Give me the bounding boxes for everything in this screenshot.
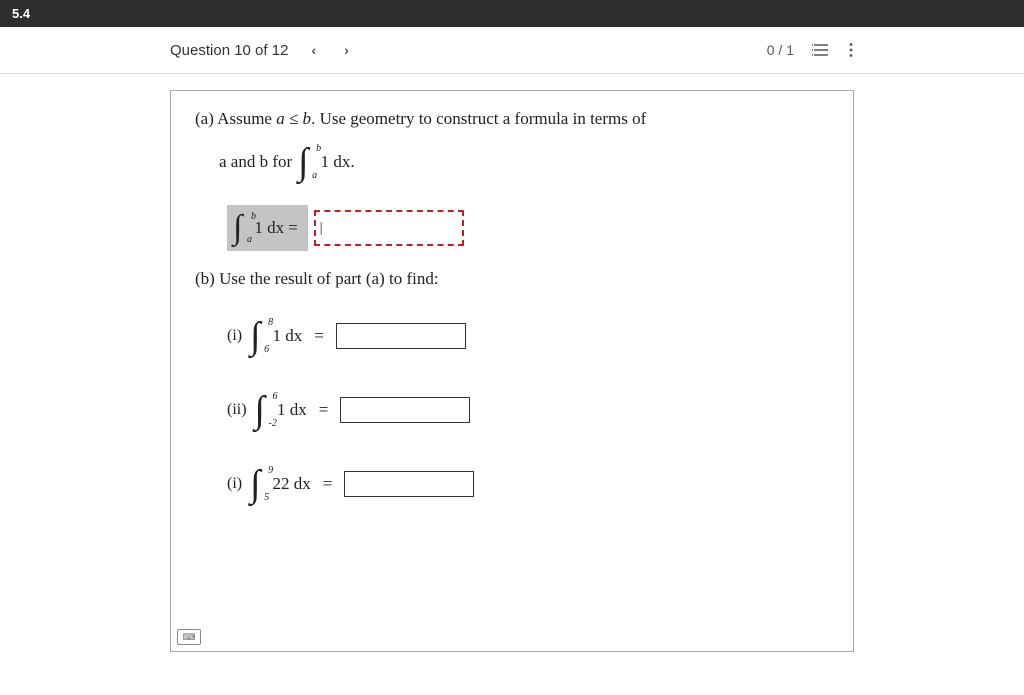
cursor: | <box>320 220 323 237</box>
integral-upper: 9 <box>268 465 273 476</box>
list-icon[interactable] <box>812 42 830 58</box>
more-menu-icon[interactable] <box>848 42 854 58</box>
answer-input-b-i[interactable] <box>336 323 466 349</box>
equals-sign: = <box>288 218 298 238</box>
integral-body: 1 dx <box>254 218 284 238</box>
integral-i: ∫ 8 6 1 dx <box>250 315 302 357</box>
integral-sign-icon: ∫ <box>250 317 260 355</box>
part-a-intro: (a) Assume a ≤ b. Use geometry to constr… <box>195 109 829 129</box>
section-number: 5.4 <box>12 6 30 21</box>
integral-body: 1 dx <box>277 400 307 420</box>
integral-lower: 6 <box>264 344 269 355</box>
part-b-title: (b) Use the result of part (a) to find: <box>195 269 829 289</box>
integral-body: 1 dx <box>273 326 303 346</box>
answer-input-b-ii[interactable] <box>340 397 470 423</box>
roman-label: (i) <box>227 327 242 345</box>
part-a-text-after: . Use geometry to construct a formula in… <box>311 109 646 128</box>
subpart-i: (i) ∫ 8 6 1 dx = <box>227 315 829 357</box>
integral-sign-icon: ∫ <box>255 391 265 429</box>
integral-sign-icon: ∫ <box>298 143 308 181</box>
roman-label: (ii) <box>227 401 247 419</box>
part-a-answer-row: ∫ b a 1 dx = | <box>195 205 829 251</box>
equals-sign: = <box>314 326 324 346</box>
integral-upper: b <box>251 211 256 222</box>
question-nav-bar: Question 10 of 12 ‹ › 0 / 1 <box>170 27 854 73</box>
nav-right: 0 / 1 <box>767 42 854 58</box>
integral-ab-answer: ∫ b a 1 dx <box>233 209 284 247</box>
answer-input-b-iii[interactable] <box>344 471 474 497</box>
integral-body: 1 dx. <box>321 152 355 172</box>
section-header: 5.4 <box>0 0 1024 27</box>
nav-left: Question 10 of 12 ‹ › <box>170 39 354 61</box>
integral-sign-icon: ∫ <box>250 465 260 503</box>
question-box: (a) Assume a ≤ b. Use geometry to constr… <box>170 90 854 652</box>
next-question-button[interactable]: › <box>339 39 354 61</box>
integral-upper: 8 <box>268 317 273 328</box>
integral-body: 22 dx <box>273 474 311 494</box>
integral-ab: ∫ b a 1 dx. <box>298 141 354 183</box>
equals-sign: = <box>319 400 329 420</box>
answer-input-a[interactable]: | <box>314 210 464 246</box>
question-counter: Question 10 of 12 <box>170 42 288 59</box>
keyboard-icon[interactable]: ⌨ <box>177 629 201 645</box>
integral-lower: -2 <box>269 418 277 429</box>
part-a-condition: a ≤ b <box>276 109 311 128</box>
score-display: 0 / 1 <box>767 42 794 58</box>
roman-label: (i) <box>227 475 242 493</box>
answer-label-box: ∫ b a 1 dx = <box>227 205 308 251</box>
integral-lower: a <box>312 170 317 181</box>
integral-iii: ∫ 9 5 22 dx <box>250 463 311 505</box>
equals-sign: = <box>323 474 333 494</box>
subpart-iii: (i) ∫ 9 5 22 dx = <box>227 463 829 505</box>
part-a-line2: a and b for ∫ b a 1 dx. <box>219 141 829 183</box>
integral-upper: b <box>316 143 321 154</box>
prev-question-button[interactable]: ‹ <box>306 39 321 61</box>
part-a-text-before: (a) Assume <box>195 109 276 128</box>
integral-ii: ∫ 6 -2 1 dx <box>255 389 307 431</box>
integral-lower: a <box>247 234 252 245</box>
content-area: (a) Assume a ≤ b. Use geometry to constr… <box>170 74 854 652</box>
integral-upper: 6 <box>273 391 278 402</box>
integral-sign-icon: ∫ <box>233 211 242 245</box>
subpart-ii: (ii) ∫ 6 -2 1 dx = <box>227 389 829 431</box>
integral-lower: 5 <box>264 492 269 503</box>
part-a-line2-text: a and b for <box>219 152 292 172</box>
